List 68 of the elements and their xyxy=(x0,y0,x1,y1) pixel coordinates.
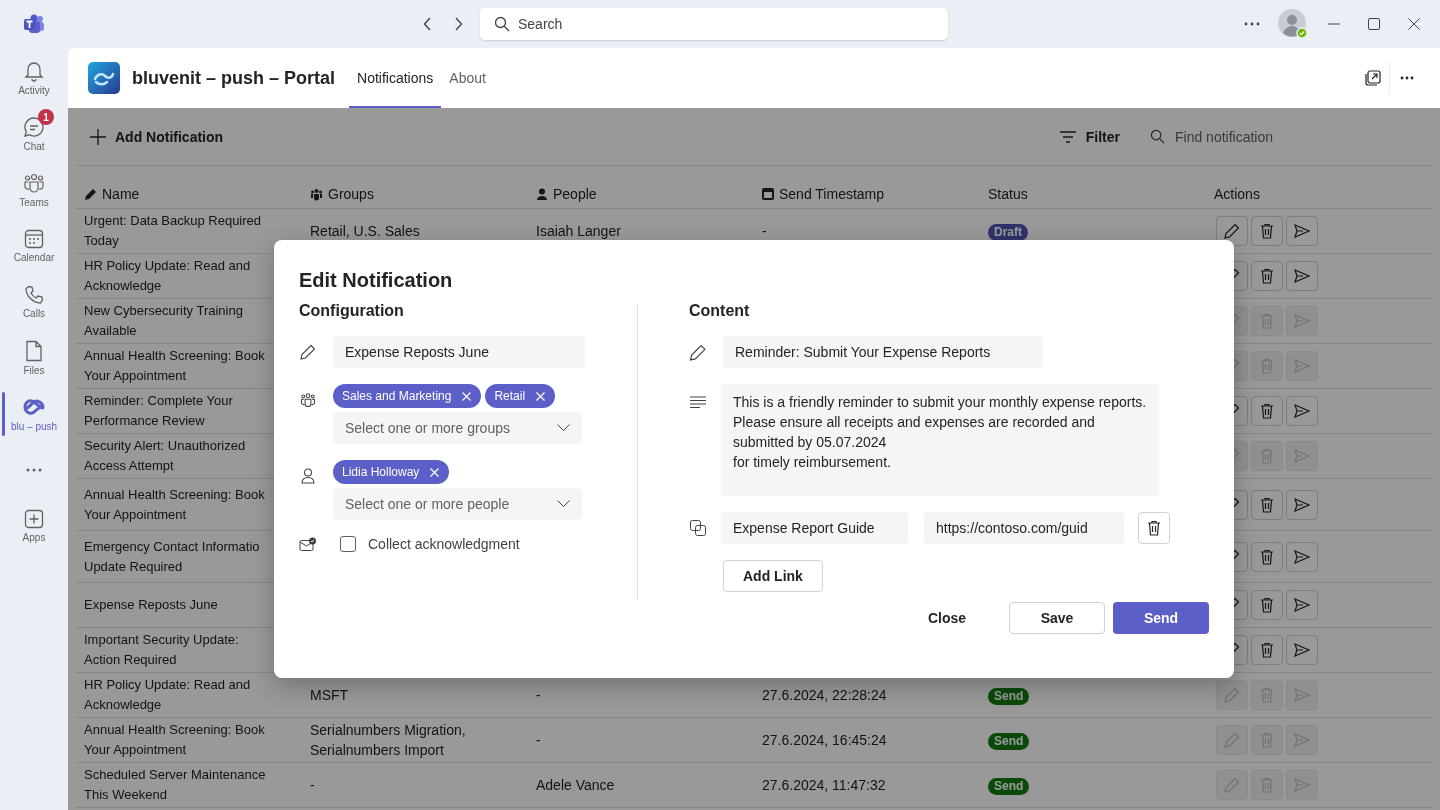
table-cell: Retail, U.S. Sales xyxy=(310,223,420,239)
table-cell-text: Reminder: Complete Your Performance Review xyxy=(83,392,234,430)
link-url-field[interactable]: https://contoso.com/guid xyxy=(924,512,1124,544)
table-cell: Isaiah Langer xyxy=(536,223,621,239)
table-cell-text: Emergency Contact Informatio Update Required xyxy=(83,537,261,576)
title-field[interactable]: Reminder: Submit Your Expense Reports xyxy=(723,336,1043,368)
table-cell: Serialnumbers Migration, Serialnumbers Import xyxy=(310,722,466,758)
table-cell-text: Annual Health Screening: Book Your Appointment xyxy=(83,347,266,385)
rail-item[interactable]: Apps xyxy=(0,500,68,552)
app-title: bluvenit – push – Portal xyxy=(132,67,336,89)
table-cell-text: Urgent: Data Backup Required Today xyxy=(83,212,263,250)
table-cell-text: Security Alert: Unauthorized Access Attempt xyxy=(83,437,247,475)
rail-item[interactable]: Teams xyxy=(0,164,68,216)
dialog-title: Edit Notification xyxy=(299,268,454,293)
column-header: People xyxy=(553,186,597,202)
rail-item[interactable]: 1 Chat xyxy=(0,108,68,160)
name-field[interactable]: Expense Reposts June xyxy=(333,336,585,368)
column-header: Actions xyxy=(1214,186,1260,202)
column-header: Name xyxy=(102,186,140,202)
table-cell-text: Scheduled Server Maintenance This Weekend xyxy=(83,766,267,804)
person-chip[interactable]: Lidia Holloway xyxy=(333,460,450,484)
column-header: Groups xyxy=(328,186,374,202)
group-chip[interactable]: Retail xyxy=(485,384,556,408)
dialog-button[interactable]: Close xyxy=(907,602,987,634)
tab[interactable]: Notifications xyxy=(349,50,442,108)
tab[interactable]: About xyxy=(441,50,494,108)
add-link-button[interactable]: Add Link xyxy=(723,560,823,592)
table-cell: 27.6.2024, 11:47:32 xyxy=(762,777,886,793)
table-cell: 27.6.2024, 16:45:24 xyxy=(762,732,887,748)
link-label-field[interactable]: Expense Report Guide xyxy=(721,512,908,544)
table-cell-text: Annual Health Screening: Book Your Appointment xyxy=(83,485,266,524)
table-cell-text: Expense Reposts June xyxy=(83,596,219,614)
status-badge: Send xyxy=(988,778,1030,795)
groups-dropdown[interactable]: Select one or more groups xyxy=(333,412,582,444)
status-badge: Send xyxy=(988,733,1030,750)
filter-button[interactable]: Filter xyxy=(1059,128,1120,145)
rail-item[interactable]: Calls xyxy=(0,276,68,328)
add-notification-button[interactable]: Add Notification xyxy=(90,128,224,145)
group-chip[interactable]: Sales and Marketing xyxy=(333,384,482,408)
table-cell: Adele Vance xyxy=(536,777,615,793)
table-cell: MSFT xyxy=(310,687,349,703)
table-cell: - xyxy=(762,223,767,239)
find-notification-field[interactable]: Find notification xyxy=(1150,128,1350,145)
checkbox-label: Collect acknowledgment xyxy=(368,536,520,552)
table-cell: - xyxy=(536,687,541,703)
table-cell: - xyxy=(536,732,541,748)
table-cell-text: New Cybersecurity Training Available xyxy=(83,302,244,340)
rail-item[interactable]: Calendar xyxy=(0,220,68,272)
status-badge: Send xyxy=(988,688,1030,705)
column-header: Send Timestamp xyxy=(779,186,885,202)
table-cell: 27.6.2024, 22:28:24 xyxy=(762,687,887,703)
dialog-button[interactable]: Send xyxy=(1113,602,1209,634)
message-field[interactable]: This is a friendly reminder to submit your monthly expense reports. Please ensure all receipts and expenses are recorded and submitted by 05.07.2024 for timely reimbursement. xyxy=(721,384,1159,496)
column-header: Status xyxy=(988,186,1028,202)
table-cell: - xyxy=(310,777,315,793)
people-dropdown[interactable]: Select one or more people xyxy=(333,488,582,520)
table-cell-text: HR Policy Update: Read and Acknowledge xyxy=(83,257,252,295)
rail-item[interactable]: Activity xyxy=(0,52,68,104)
search-field[interactable]: Search xyxy=(480,8,948,40)
table-cell-text: Important Security Update: Action Required xyxy=(83,631,240,669)
rail-item[interactable]: blu – push xyxy=(0,388,68,440)
unread-badge: 1 xyxy=(38,109,54,125)
table-cell-text: Annual Health Screening: Book Your Appointment xyxy=(83,721,266,759)
section-heading: Content xyxy=(689,301,751,321)
section-heading: Configuration xyxy=(299,301,405,321)
table-cell-text: HR Policy Update: Read and Acknowledge xyxy=(83,676,252,714)
dialog-button[interactable]: Save xyxy=(1009,602,1105,634)
rail-item[interactable]: Files xyxy=(0,332,68,384)
